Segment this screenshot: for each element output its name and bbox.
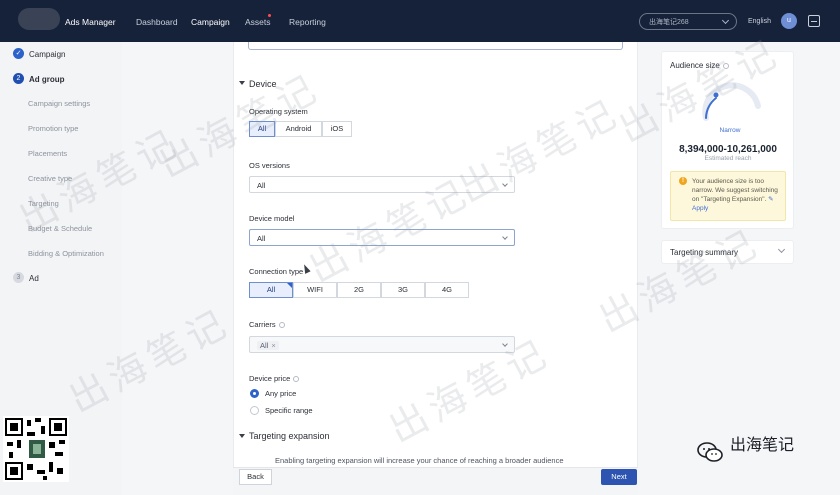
carrier-tag-label: All <box>260 341 269 350</box>
device-price-label-text: Device price <box>249 374 291 383</box>
wechat-logo-icon <box>697 442 723 462</box>
warning-text: Your audience size is too narrow. We sug… <box>692 177 782 213</box>
any-price-label[interactable]: Any price <box>265 389 296 398</box>
account-select[interactable]: 出海笔记268 <box>639 13 737 30</box>
warning-icon: ! <box>679 177 687 185</box>
connection-option-3g[interactable]: 3G <box>381 282 425 298</box>
nav-campaign[interactable]: Campaign <box>191 17 230 27</box>
expansion-text-clip: Enabling targeting expansion will increa… <box>233 455 638 467</box>
specific-range-label[interactable]: Specific range <box>265 406 313 415</box>
connection-option-label: All <box>266 285 276 294</box>
connection-type-label: Connection type <box>249 267 304 276</box>
carriers-label: Carriers <box>249 320 285 329</box>
device-model-value: All <box>257 234 266 243</box>
notification-dot <box>268 14 271 17</box>
connection-option-all[interactable]: All <box>249 282 293 298</box>
info-icon[interactable] <box>293 376 300 383</box>
qr-code <box>3 416 69 482</box>
watermark-brand-text: 出海笔记 <box>730 435 795 454</box>
os-option-ios[interactable]: iOS <box>322 121 352 137</box>
gauge-label: Narrow <box>719 127 741 134</box>
sidebar-item-campaign[interactable]: Campaign <box>29 50 65 59</box>
sidebar-sub-bidding-optimization[interactable]: Bidding & Optimization <box>28 249 104 258</box>
estimated-reach-value: 8,394,000-10,261,000 <box>679 144 777 155</box>
sidebar-item-ad[interactable]: Ad <box>29 274 39 283</box>
sidebar-item-ad-group[interactable]: Ad group <box>29 75 65 84</box>
nav-assets[interactable]: Assets <box>245 17 271 27</box>
os-versions-label: OS versions <box>249 161 290 170</box>
watermark-brand: 出海笔记 <box>696 436 828 472</box>
brand-name: Ads Manager <box>65 17 116 27</box>
check-icon: ✓ <box>13 48 24 59</box>
edit-icon: ✎ <box>768 196 774 203</box>
top-nav-bar: Ads Manager Dashboard Campaign Assets Re… <box>0 0 840 42</box>
carrier-tag: All × <box>257 341 279 350</box>
text-input[interactable] <box>248 42 623 50</box>
account-select-value: 出海笔记268 <box>649 19 689 26</box>
brand-logo[interactable] <box>18 8 60 30</box>
package-icon[interactable] <box>808 15 820 27</box>
radio-any-price[interactable] <box>250 389 259 398</box>
carriers-select[interactable]: All × <box>249 336 515 353</box>
device-model-label: Device model <box>249 214 295 223</box>
expansion-description: Enabling targeting expansion will increa… <box>275 456 564 465</box>
radio-specific-range[interactable] <box>250 406 259 415</box>
estimated-reach-label: Estimated reach <box>704 155 752 162</box>
back-button[interactable]: Back <box>239 469 272 485</box>
connection-option-4g[interactable]: 4G <box>425 282 469 298</box>
chevron-down-icon <box>502 234 508 240</box>
close-icon[interactable]: × <box>271 341 275 350</box>
warning-message: Your audience size is too narrow. We sug… <box>692 178 778 203</box>
form-footer <box>233 467 638 495</box>
next-button[interactable]: Next <box>601 469 637 485</box>
os-versions-value: All <box>257 181 266 190</box>
sidebar-sub-placements[interactable]: Placements <box>28 149 67 158</box>
connection-option-2g[interactable]: 2G <box>337 282 381 298</box>
info-icon[interactable] <box>278 322 285 329</box>
carriers-label-text: Carriers <box>249 320 276 329</box>
step-number: 3 <box>13 272 24 283</box>
nav-reporting[interactable]: Reporting <box>289 17 326 27</box>
avatar[interactable]: u <box>781 13 797 29</box>
selected-corner-icon <box>287 283 292 288</box>
apply-link-label: Apply <box>692 205 709 212</box>
step-number: 2 <box>13 73 24 84</box>
targeting-expansion-title[interactable]: Targeting expansion <box>249 431 330 441</box>
caret-down-icon[interactable] <box>239 434 245 438</box>
caret-down-icon[interactable] <box>239 81 245 85</box>
chevron-down-icon <box>721 16 730 25</box>
device-price-label: Device price <box>249 374 300 383</box>
sidebar-sub-promotion-type[interactable]: Promotion type <box>28 124 78 133</box>
sidebar-sub-campaign-settings[interactable]: Campaign settings <box>28 99 90 108</box>
nav-dashboard[interactable]: Dashboard <box>136 17 178 27</box>
